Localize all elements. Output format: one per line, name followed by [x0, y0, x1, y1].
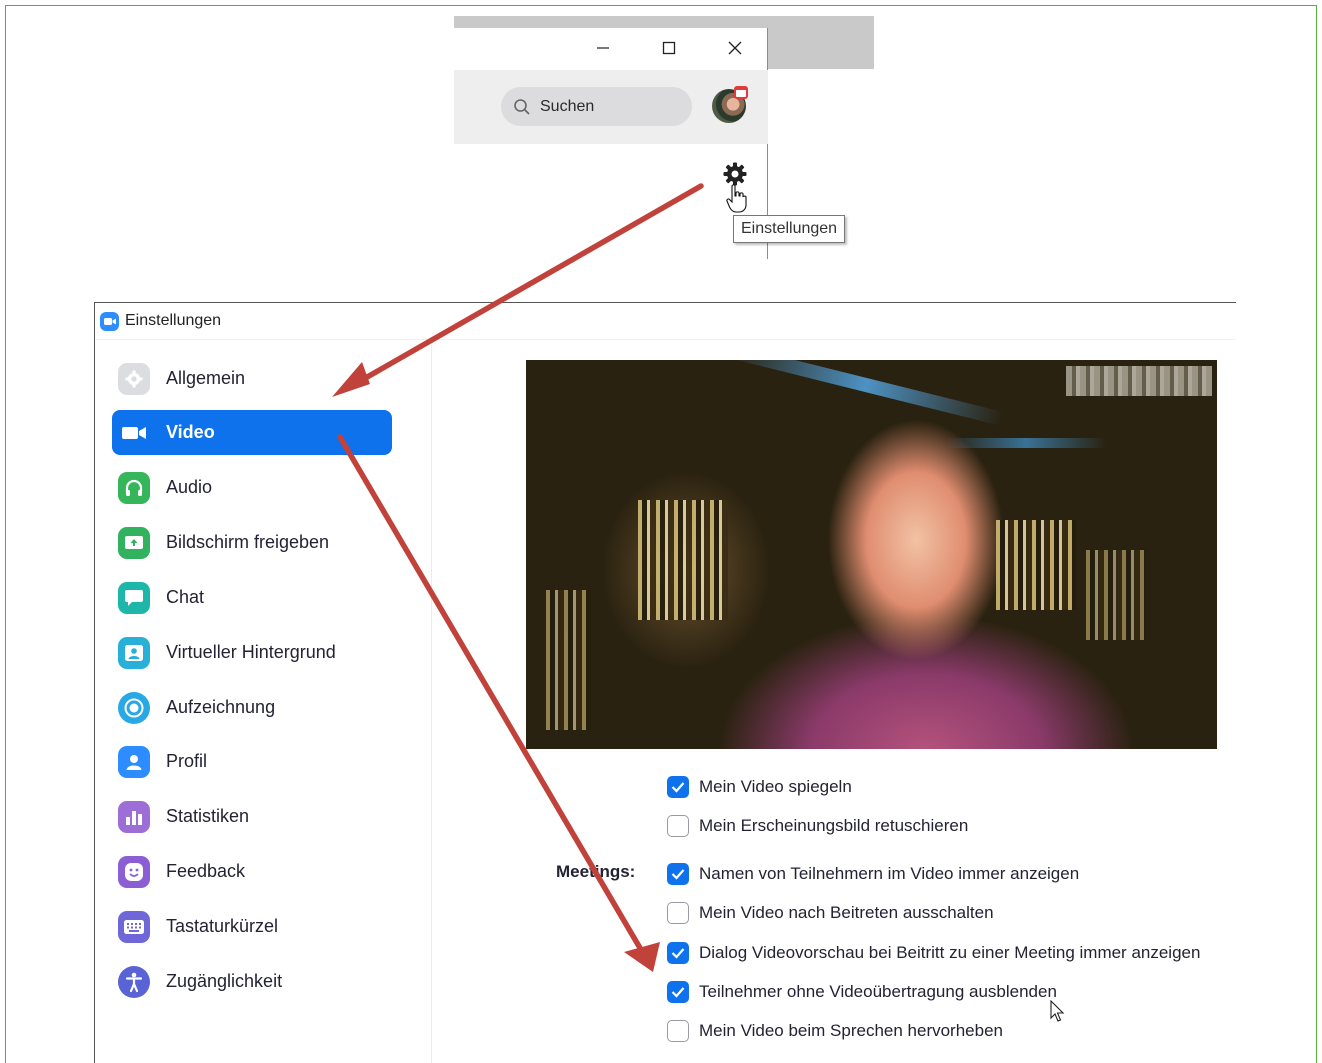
- nav-item-zugaenglichkeit[interactable]: Zugänglichkeit: [112, 959, 392, 1004]
- nav-item-video[interactable]: Video: [112, 410, 392, 455]
- meetings-section-label: Meetings:: [556, 862, 636, 881]
- option-always-show-names[interactable]: Namen von Teilnehmern im Video immer anz…: [667, 861, 1079, 887]
- nav-label: Feedback: [166, 861, 246, 881]
- nav-item-feedback[interactable]: Feedback: [112, 849, 392, 894]
- nav-label: Tastaturkürzel: [166, 916, 279, 936]
- nav-label: Profil: [166, 751, 208, 771]
- checkbox-checked[interactable]: [667, 981, 689, 1003]
- settings-tooltip: Einstellungen: [733, 215, 846, 243]
- search-icon: [514, 98, 530, 115]
- nav-label: Bildschirm freigeben: [166, 532, 330, 552]
- nav-item-virtueller-hintergrund[interactable]: Virtueller Hintergrund: [112, 630, 392, 675]
- checkmark-icon: [671, 987, 685, 998]
- nav-label: Audio: [166, 477, 213, 497]
- nav-label: Aufzeichnung: [166, 697, 276, 717]
- option-label: Mein Erscheinungsbild retuschieren: [699, 816, 969, 835]
- preview-name-overlay: [1066, 366, 1212, 396]
- statistics-icon: [118, 800, 150, 833]
- hand-cursor-icon: [726, 184, 747, 213]
- nav-item-tastaturkuerzel[interactable]: Tastaturkürzel: [112, 904, 392, 949]
- keyboard-icon: [118, 910, 150, 943]
- preview-light-streak: [728, 360, 1004, 426]
- nav-label: Zugänglichkeit: [166, 971, 283, 991]
- checkbox-unchecked[interactable]: [667, 902, 689, 924]
- nav-label: Video: [166, 422, 215, 442]
- sidebar-divider: [431, 345, 432, 1063]
- chat-bubble-icon: [118, 581, 150, 614]
- nav-item-aufzeichnung[interactable]: Aufzeichnung: [112, 685, 392, 730]
- option-label: Teilnehmer ohne Videoübertragung ausblen…: [699, 982, 1057, 1001]
- close-button[interactable]: [723, 36, 747, 60]
- nav-label: Virtueller Hintergrund: [166, 642, 336, 662]
- option-hide-non-video[interactable]: Teilnehmer ohne Videoübertragung ausblen…: [667, 979, 1057, 1005]
- preview-bookshelf: [638, 500, 728, 620]
- nav-item-bildschirm-freigeben[interactable]: Bildschirm freigeben: [112, 520, 392, 565]
- close-icon: [728, 41, 742, 55]
- checkbox-checked[interactable]: [667, 863, 689, 885]
- search-input[interactable]: Suchen: [501, 87, 692, 126]
- calendar-badge-icon: [734, 86, 748, 99]
- minimize-button[interactable]: [591, 36, 615, 60]
- minimize-icon: [597, 47, 609, 49]
- maximize-button[interactable]: [657, 36, 681, 60]
- option-label: Namen von Teilnehmern im Video immer anz…: [699, 864, 1080, 883]
- nav-item-chat[interactable]: Chat: [112, 575, 392, 620]
- option-spotlight-speaking[interactable]: Mein Video beim Sprechen hervorheben: [667, 1018, 1003, 1044]
- share-screen-icon: [118, 526, 150, 559]
- search-placeholder: Suchen: [540, 97, 595, 115]
- preview-bookshelf: [1086, 550, 1146, 640]
- title-divider: [96, 339, 1236, 340]
- maximize-icon: [662, 41, 676, 55]
- feedback-smiley-icon: [118, 855, 150, 888]
- option-label: Dialog Videovorschau bei Beitritt zu ein…: [699, 943, 1201, 962]
- checkbox-unchecked[interactable]: [667, 1020, 689, 1042]
- video-camera-icon: [118, 417, 150, 449]
- checkbox-checked[interactable]: [667, 776, 689, 798]
- nav-item-allgemein[interactable]: Allgemein: [112, 356, 392, 401]
- option-label: Mein Video beim Sprechen hervorheben: [699, 1021, 1003, 1040]
- accessibility-icon: [118, 965, 150, 998]
- nav-label: Chat: [166, 587, 205, 607]
- option-label: Mein Video spiegeln: [699, 777, 852, 796]
- option-label: Mein Video nach Beitreten ausschalten: [699, 903, 994, 922]
- preview-bookshelf: [546, 590, 591, 730]
- checkbox-checked[interactable]: [667, 942, 689, 964]
- option-touch-up-appearance[interactable]: Mein Erscheinungsbild retuschieren: [667, 813, 968, 839]
- dialog-title-bar: Einstellungen: [100, 308, 221, 334]
- gear-icon: [118, 362, 150, 395]
- option-video-off-on-join[interactable]: Mein Video nach Beitreten ausschalten: [667, 900, 994, 926]
- headphones-icon: [118, 471, 150, 504]
- nav-label: Allgemein: [166, 368, 246, 388]
- camera-preview: [526, 360, 1217, 749]
- preview-light-streak: [946, 438, 1106, 448]
- profile-icon: [118, 745, 150, 778]
- pointer-cursor-icon: [1050, 1000, 1065, 1022]
- dialog-title: Einstellungen: [125, 312, 222, 329]
- nav-label: Statistiken: [166, 806, 250, 826]
- checkmark-icon: [671, 869, 685, 880]
- zoom-logo-icon: [100, 311, 119, 331]
- checkbox-unchecked[interactable]: [667, 815, 689, 837]
- nav-item-audio[interactable]: Audio: [112, 465, 392, 510]
- nav-item-profil[interactable]: Profil: [112, 739, 392, 784]
- virtual-background-icon: [118, 636, 150, 669]
- record-icon: [118, 691, 150, 724]
- checkmark-icon: [671, 948, 685, 959]
- option-mirror-video[interactable]: Mein Video spiegeln: [667, 774, 852, 800]
- nav-item-statistiken[interactable]: Statistiken: [112, 794, 392, 839]
- checkmark-icon: [671, 782, 685, 793]
- option-video-preview-dialog[interactable]: Dialog Videovorschau bei Beitritt zu ein…: [667, 940, 1200, 966]
- preview-bookshelf: [996, 520, 1076, 610]
